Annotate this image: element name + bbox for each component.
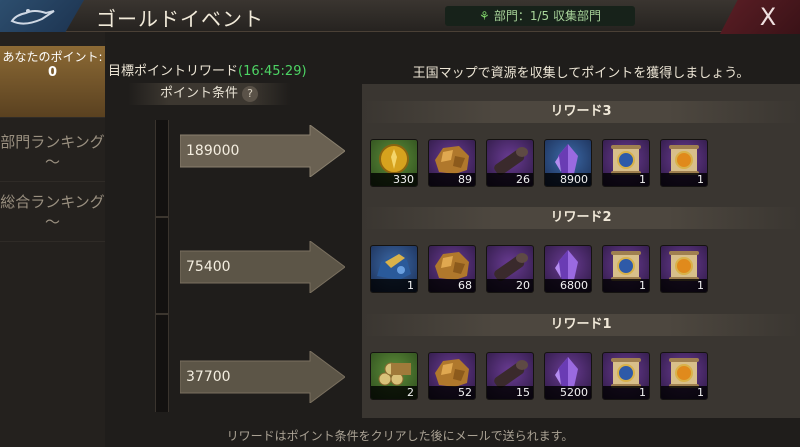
threshold-arrow-tier3: 189000 [180,125,345,177]
item-quantity: 8900 [545,173,591,186]
close-button[interactable]: X [720,0,800,34]
reward-tier-title: リワード3 [362,101,800,123]
reward-item[interactable]: 52 [428,352,476,400]
reward-item[interactable]: 8900 [544,139,592,187]
point-condition-label: ポイント条件 [159,86,238,101]
wood-log-icon [494,147,528,176]
reward-item[interactable]: 1 [660,352,708,400]
item-quantity: 26 [487,173,533,186]
reward-item[interactable]: 68 [428,245,476,293]
reward-tier-title: リワード2 [362,207,800,229]
item-quantity: 2 [371,386,417,399]
reward-item[interactable]: 26 [486,139,534,187]
item-quantity: 1 [603,173,649,186]
item-quantity: 1 [603,386,649,399]
item-quantity: 1 [603,279,649,292]
crystal-icon [555,144,578,174]
scroll-orange-seal-icon [669,358,699,388]
reward-item[interactable]: 2 [370,352,418,400]
progress-track [155,120,169,412]
reward-item[interactable]: 1 [602,139,650,187]
item-quantity: 15 [487,386,533,399]
crystal-icon [555,250,578,280]
header-bar: ゴールドイベント ⚘ 部門：1/5 収集部門 X [0,0,800,34]
item-quantity: 330 [371,173,417,186]
ore-icon [435,359,469,387]
item-quantity: 6800 [545,279,591,292]
scroll-orange-seal-icon [669,145,699,175]
item-quantity: 1 [661,386,707,399]
wood-log-icon [494,360,528,389]
help-icon[interactable]: ? [242,85,258,102]
sidebar-item-dept-ranking[interactable]: 部門ランキング～ [0,118,105,182]
event-instructions: 王国マップで資源を収集してポイントを獲得しましょう。 [412,66,750,81]
event-logo [0,0,84,32]
threshold-value: 189000 [186,143,240,159]
reward-item[interactable]: 1 [370,245,418,293]
reward-item[interactable]: 6800 [544,245,592,293]
reward-item[interactable]: 1 [602,352,650,400]
threshold-value: 75400 [186,259,231,275]
reward-item[interactable]: 1 [660,245,708,293]
wood-log-icon [494,253,528,282]
track-divider [156,313,168,315]
footer-note: リワードはポイント条件をクリアした後にメールで送られます。 [226,429,574,443]
item-quantity: 20 [487,279,533,292]
item-quantity: 1 [371,279,417,292]
target-reward-label: 目標ポイントリワード [108,64,239,79]
item-quantity: 5200 [545,386,591,399]
sidebar-item-my-points[interactable]: あなたのポイント: 0 [0,46,105,118]
sidebar: あなたのポイント: 0 部門ランキング～ 総合ランキング～ [0,32,105,447]
reward-item[interactable]: 330 [370,139,418,187]
ore-icon [435,146,469,174]
scroll-blue-seal-icon [611,251,641,281]
scroll-blue-seal-icon [611,145,641,175]
threshold-arrow-tier2: 75400 [180,241,345,293]
item-quantity: 1 [661,279,707,292]
reward-item[interactable]: 89 [428,139,476,187]
reward-item[interactable]: 15 [486,352,534,400]
reward-item[interactable]: 20 [486,245,534,293]
gold-coin-icon [379,144,409,174]
item-quantity: 68 [429,279,475,292]
department-status-text: 部門：1/5 収集部門 [493,9,601,23]
reward-item[interactable]: 5200 [544,352,592,400]
scroll-orange-seal-icon [669,251,699,281]
threshold-arrow-tier1: 37700 [180,351,345,403]
sidebar-item-total-ranking[interactable]: 総合ランキング～ [0,182,105,242]
crystal-icon [555,357,578,387]
scroll-blue-seal-icon [611,358,641,388]
lumber-pile-icon [378,362,411,386]
target-reward-heading: 目標ポイントリワード(16:45:29) [108,60,307,79]
item-quantity: 89 [429,173,475,186]
leaf-icon: ⚘ [479,9,490,23]
my-points-value: 0 [47,65,58,80]
track-divider [156,216,168,218]
mineral-rock-icon [377,254,411,280]
countdown-timer: (16:45:29) [238,64,307,79]
reward-item[interactable]: 1 [602,245,650,293]
lamp-icon [10,9,55,25]
item-quantity: 52 [429,386,475,399]
reward-tier-title: リワード1 [362,314,800,336]
point-condition-header: ポイント条件? [128,83,290,105]
threshold-value: 37700 [186,369,231,385]
item-quantity: 1 [661,173,707,186]
reward-item[interactable]: 1 [660,139,708,187]
department-status: ⚘ 部門：1/5 収集部門 [445,6,635,26]
ore-icon [435,252,469,280]
page-title: ゴールドイベント [96,7,264,31]
my-points-label: あなたのポイント: [2,50,103,64]
